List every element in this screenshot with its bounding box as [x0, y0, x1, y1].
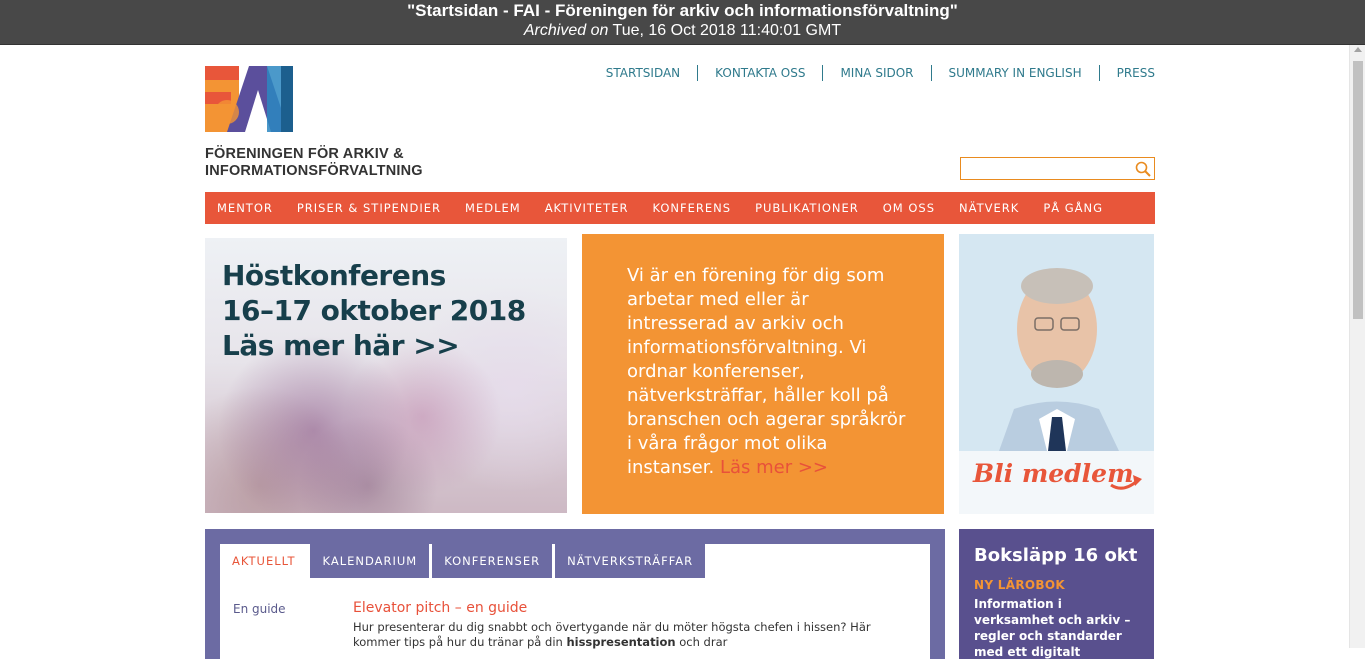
search-box: [960, 157, 1155, 180]
intro-read-more-link[interactable]: Läs mer >>: [720, 457, 828, 478]
book-release-title: Boksläpp 16 okt: [974, 545, 1138, 566]
search-input[interactable]: [961, 158, 1131, 180]
archive-title: "Startsidan - FAI - Föreningen för arkiv…: [407, 1, 958, 20]
news-panel: AKTUELLT KALENDARIUM KONFERENSER NÄTVERK…: [205, 529, 945, 664]
vertical-scrollbar[interactable]: [1349, 45, 1365, 648]
become-member-cta[interactable]: Bli medlem: [959, 451, 1154, 514]
news-body-line2-end: och drar: [675, 635, 728, 649]
search-icon[interactable]: [1134, 160, 1152, 178]
top-nav: STARTSIDAN KONTAKTA OSS MINA SIDOR SUMMA…: [589, 65, 1155, 83]
tab-natverkstraffar[interactable]: NÄTVERKSTRÄFFAR: [555, 544, 706, 578]
news-item-title-link[interactable]: Elevator pitch – en guide: [353, 600, 527, 616]
mainnav-aktiviteter[interactable]: AKTIVITETER: [533, 192, 641, 224]
mainnav-priser-stipendier[interactable]: PRISER & STIPENDIER: [285, 192, 453, 224]
topnav-startsidan[interactable]: STARTSIDAN: [589, 65, 697, 81]
news-tabs: AKTUELLT KALENDARIUM KONFERENSER NÄTVERK…: [220, 544, 708, 578]
banner-line2: 16–17 oktober 2018: [222, 294, 526, 327]
scroll-up-arrow-icon[interactable]: [1354, 47, 1362, 52]
member-portrait-image: [959, 234, 1154, 451]
become-member-box[interactable]: Bli medlem: [959, 234, 1154, 514]
mainnav-konferens[interactable]: KONFERENS: [640, 192, 743, 224]
banner-line3: Läs mer här >>: [222, 329, 460, 362]
archived-label: Archived on: [523, 22, 609, 39]
archive-banner: "Startsidan - FAI - Föreningen för arkiv…: [0, 0, 1365, 45]
archive-date: Archived on Tue, 16 Oct 2018 11:40:01 GM…: [0, 21, 1365, 41]
book-release-box[interactable]: Boksläpp 16 okt NY LÄROBOK Information i…: [959, 529, 1154, 659]
news-body-line2-start: kommer tips på hur du tränar på din: [353, 635, 567, 649]
book-release-text: Information i verksamhet och arkiv – reg…: [974, 597, 1131, 659]
curved-arrow-icon: [1110, 475, 1142, 490]
logo-line2: INFORMATIONSFÖRVALTNING: [205, 163, 423, 179]
tab-aktuellt[interactable]: AKTUELLT: [220, 544, 308, 578]
archived-date-value: Tue, 16 Oct 2018 11:40:01 GMT: [612, 22, 842, 39]
mainnav-mentor[interactable]: MENTOR: [205, 192, 285, 224]
news-content: AKTUELLT KALENDARIUM KONFERENSER NÄTVERK…: [220, 544, 930, 664]
mainnav-medlem[interactable]: MEDLEM: [453, 192, 533, 224]
intro-box: Vi är en förening för dig som arbetar me…: [582, 234, 944, 514]
conference-banner-text: Höstkonferens 16–17 oktober 2018 Läs mer…: [222, 258, 526, 363]
mainnav-publikationer[interactable]: PUBLIKATIONER: [743, 192, 871, 224]
topnav-mina-sidor[interactable]: MINA SIDOR: [822, 65, 930, 81]
conference-banner[interactable]: Höstkonferens 16–17 oktober 2018 Läs mer…: [205, 238, 567, 513]
mainnav-natverk[interactable]: NÄTVERK: [947, 192, 1031, 224]
banner-line1: Höstkonferens: [222, 259, 446, 292]
news-body-line1: Hur presenterar du dig snabbt och överty…: [353, 620, 871, 634]
intro-text: Vi är en förening för dig som arbetar me…: [627, 264, 914, 480]
news-item-body: Hur presenterar du dig snabbt och överty…: [353, 620, 873, 650]
tab-konferenser[interactable]: KONFERENSER: [432, 544, 553, 578]
scroll-thumb[interactable]: [1353, 61, 1363, 319]
logo-text: FÖRENINGEN FÖR ARKIV & INFORMATIONSFÖRVA…: [205, 146, 423, 180]
site-logo[interactable]: FÖRENINGEN FÖR ARKIV & INFORMATIONSFÖRVA…: [205, 66, 445, 181]
mainnav-om-oss[interactable]: OM OSS: [871, 192, 947, 224]
intro-body: Vi är en förening för dig som arbetar me…: [627, 265, 906, 478]
news-body-line2-bold: hisspresentation: [566, 635, 676, 649]
logo-line1: FÖRENINGEN FÖR ARKIV &: [205, 146, 404, 162]
mainnav-pa-gang[interactable]: PÅ GÅNG: [1031, 192, 1115, 224]
tab-kalendarium[interactable]: KALENDARIUM: [310, 544, 430, 578]
news-item-category: En guide: [233, 602, 286, 616]
main-nav: MENTOR PRISER & STIPENDIER MEDLEM AKTIVI…: [205, 192, 1155, 224]
fai-logo-mark-icon: [205, 66, 293, 132]
topnav-summary-in-english[interactable]: SUMMARY IN ENGLISH: [930, 65, 1099, 81]
topnav-kontakta-oss[interactable]: KONTAKTA OSS: [697, 65, 822, 81]
topnav-press[interactable]: PRESS: [1098, 65, 1155, 81]
book-release-subtitle: NY LÄROBOK: [974, 578, 1065, 592]
